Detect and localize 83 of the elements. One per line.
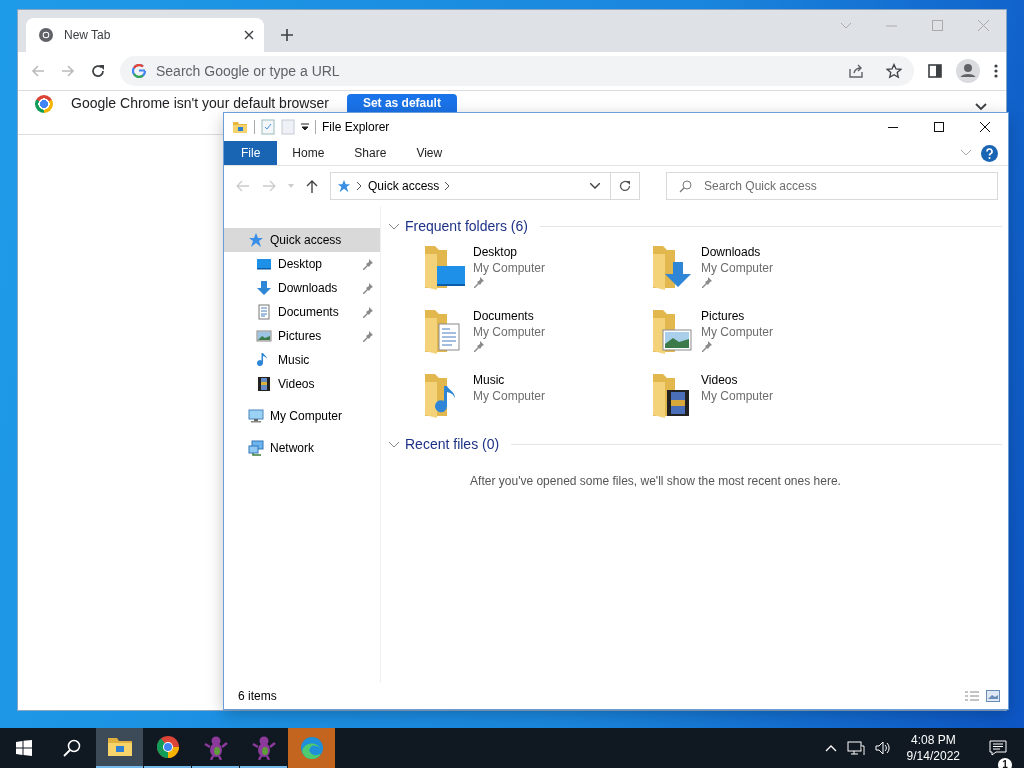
volume-icon[interactable] — [874, 740, 891, 756]
nav-item[interactable]: Documents — [224, 300, 380, 324]
search-engine-logo-icon — [132, 64, 146, 78]
window-title: File Explorer — [322, 120, 390, 134]
star-icon — [248, 232, 264, 248]
browser-logo-icon — [35, 95, 53, 113]
star-icon — [337, 179, 351, 193]
star-icon[interactable] — [886, 63, 902, 79]
large-icons-view-icon[interactable] — [986, 690, 1000, 702]
notification-count: 1 — [998, 758, 1012, 768]
folder-name[interactable]: Pictures — [701, 308, 774, 324]
search-icon — [679, 179, 692, 193]
monitor-icon — [256, 256, 272, 272]
browser-logo-icon — [38, 27, 54, 43]
status-text: 6 items — [238, 689, 277, 703]
folder-name[interactable]: Desktop — [473, 244, 546, 260]
side-panel-icon[interactable] — [928, 64, 942, 78]
picture-icon — [256, 328, 272, 344]
tab-title: New Tab — [64, 28, 112, 42]
down-arrow-icon — [256, 280, 272, 296]
group-header[interactable]: Recent files (0) — [405, 436, 500, 452]
chevron-up-icon[interactable] — [824, 744, 837, 752]
folder-location: My Computer — [701, 260, 774, 276]
breadcrumb-item[interactable]: Quick access — [368, 179, 440, 193]
browser-tab[interactable]: New Tab — [26, 18, 264, 52]
nav-item[interactable]: Quick access — [224, 228, 380, 252]
menu-icon[interactable] — [994, 64, 998, 78]
folder-picture-icon[interactable] — [651, 308, 695, 354]
clock[interactable]: 4:08 PM 9/14/2022 — [900, 732, 966, 764]
folder-location: My Computer — [701, 324, 774, 340]
refresh-icon[interactable] — [619, 180, 631, 192]
film-icon — [256, 376, 272, 392]
folder-monitor-icon[interactable] — [423, 244, 467, 290]
help-icon[interactable] — [981, 144, 998, 162]
folder-name[interactable]: Music — [473, 372, 546, 388]
search-icon[interactable] — [63, 739, 81, 757]
share-icon[interactable] — [848, 63, 864, 79]
folder-name[interactable]: Downloads — [701, 244, 774, 260]
folder-name[interactable]: Documents — [473, 308, 546, 324]
dropdown-icon[interactable] — [301, 123, 309, 131]
taskbar-app[interactable] — [96, 728, 143, 768]
nav-item[interactable]: Pictures — [224, 324, 380, 348]
notification-icon[interactable] — [989, 740, 1007, 756]
chevron-down-icon[interactable] — [590, 183, 600, 189]
file-menu-tab[interactable]: File — [224, 141, 278, 165]
chevron-down-icon[interactable] — [975, 103, 987, 111]
nav-item[interactable]: Music — [224, 348, 380, 372]
folder-name[interactable]: Videos — [701, 372, 774, 388]
nav-item[interactable]: Network — [224, 436, 380, 460]
new-tab-icon[interactable] — [280, 28, 294, 42]
close-icon[interactable] — [244, 30, 254, 40]
address-bar[interactable]: Search Google or type a URL — [120, 56, 914, 86]
folder-location: My Computer — [473, 324, 546, 340]
network-icon — [248, 440, 264, 456]
address-bar[interactable]: Quick access — [330, 172, 640, 200]
nav-item[interactable]: Downloads — [224, 276, 380, 300]
search-field[interactable]: Search Quick access — [666, 172, 998, 200]
folder-icon[interactable] — [232, 119, 248, 135]
folder-location: My Computer — [701, 388, 774, 404]
chevron-right-icon — [357, 182, 362, 190]
folder-location: My Computer — [473, 260, 546, 276]
ribbon-tab[interactable]: Share — [339, 141, 402, 165]
maximize-icon[interactable] — [934, 122, 944, 132]
infobar-message: Google Chrome isn't your default browser — [71, 95, 329, 111]
nav-item[interactable]: Videos — [224, 372, 380, 396]
up-arrow-icon[interactable] — [306, 179, 318, 193]
nav-item[interactable]: My Computer — [224, 404, 380, 428]
nav-item[interactable]: Desktop — [224, 252, 380, 276]
computer-icon — [248, 408, 264, 424]
document-icon — [256, 304, 272, 320]
ribbon-tab[interactable]: Home — [277, 141, 340, 165]
clock-date: 9/14/2022 — [906, 748, 960, 764]
folder-location: My Computer — [473, 388, 546, 404]
empty-message: After you've opened some files, we'll show the most recent ones here. — [469, 473, 842, 490]
start-icon[interactable] — [16, 740, 32, 756]
ribbon-tab[interactable]: View — [401, 141, 458, 165]
network-icon[interactable] — [846, 740, 865, 756]
close-icon[interactable] — [980, 122, 990, 132]
clock-time: 4:08 PM — [910, 732, 956, 748]
profile-avatar-icon[interactable] — [956, 59, 980, 83]
reload-icon[interactable] — [90, 63, 106, 79]
chevron-right-icon — [445, 182, 451, 190]
group-header[interactable]: Frequent folders (6) — [405, 218, 528, 234]
